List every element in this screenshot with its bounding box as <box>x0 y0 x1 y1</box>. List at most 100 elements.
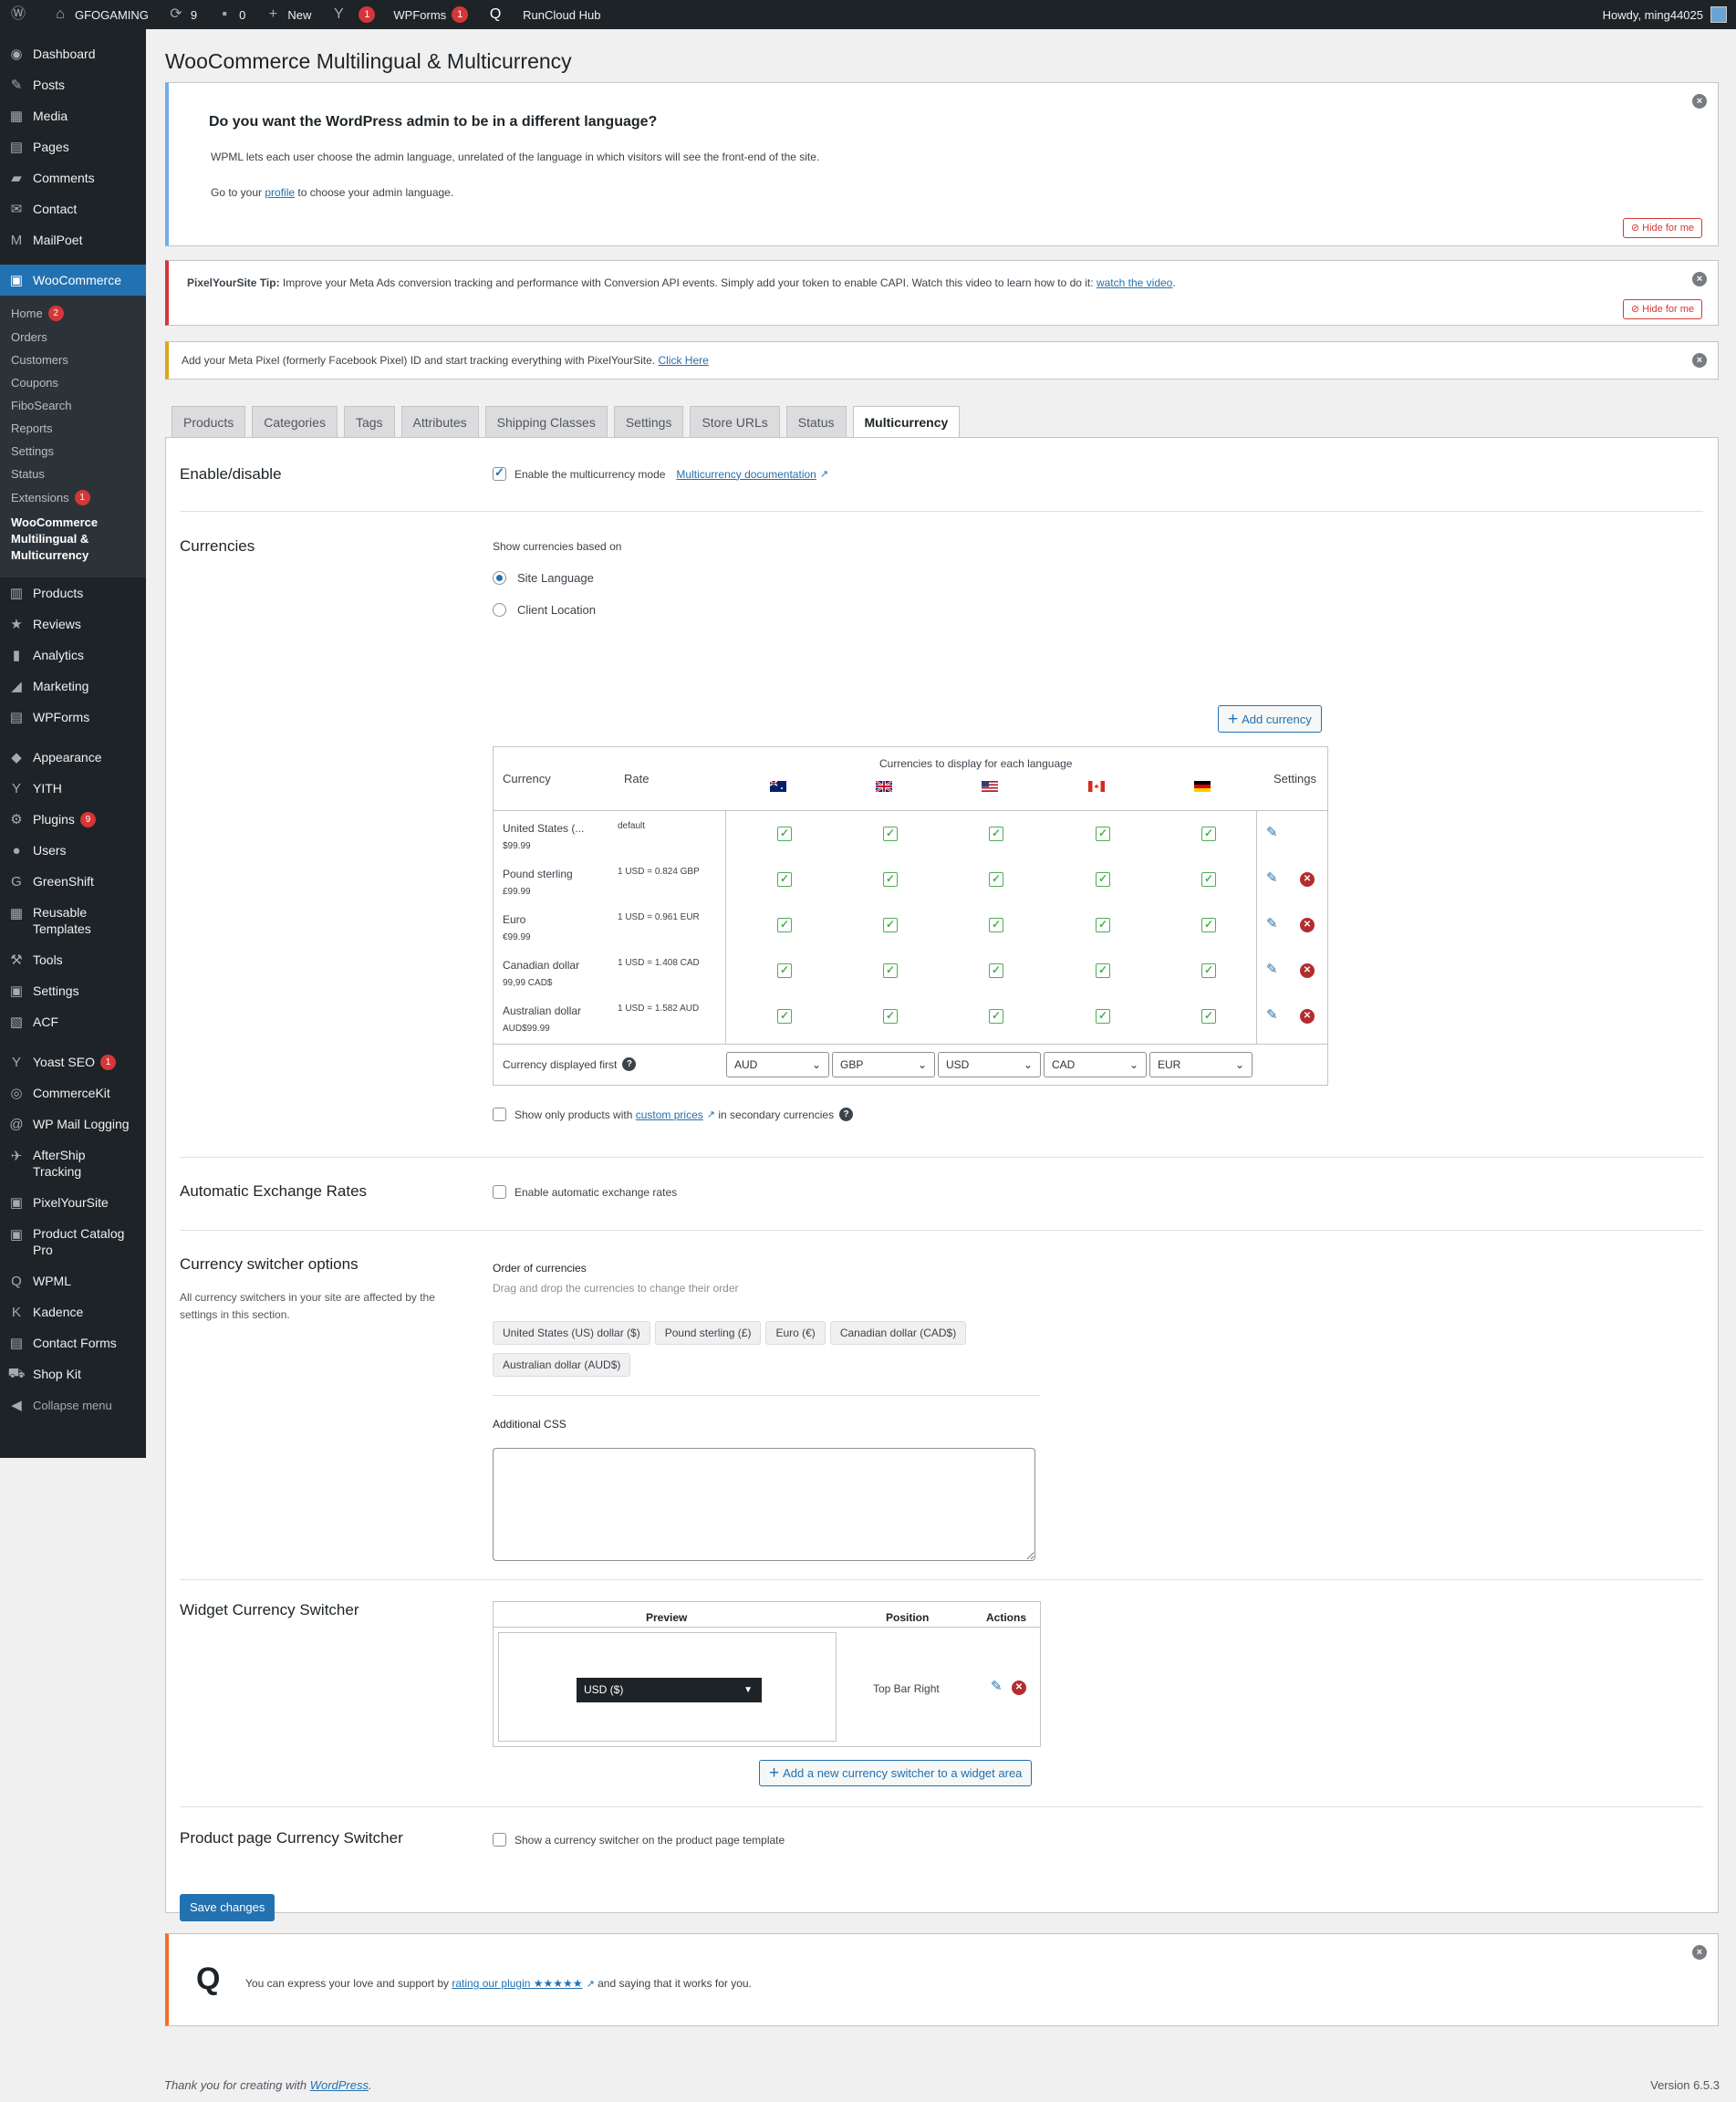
sidebar-item-media[interactable]: ▦ Media <box>0 100 146 131</box>
delete-currency-icon[interactable]: ✕ <box>1300 963 1315 978</box>
currency-first-select[interactable]: GBP ⌄ <box>832 1052 935 1077</box>
language-display-check-icon[interactable]: ✓ <box>1201 918 1216 932</box>
language-display-check-icon[interactable]: ✓ <box>1201 872 1216 887</box>
currency-first-select[interactable]: CAD ⌄ <box>1044 1052 1147 1077</box>
sidebar-item-pixelyoursite[interactable]: ▣ PixelYourSite <box>0 1187 146 1218</box>
sidebar-item-wpml[interactable]: Q WPML <box>0 1265 146 1296</box>
wordpress-logo[interactable]: Ⓦ <box>0 0 42 29</box>
site-language-radio[interactable] <box>493 571 506 585</box>
language-display-check-icon[interactable]: ✓ <box>777 963 792 978</box>
collapse-menu-button[interactable]: ◀ Collapse menu <box>0 1389 146 1420</box>
language-display-check-icon[interactable]: ✓ <box>989 827 1003 841</box>
add-currency-button[interactable]: + Add currency <box>1218 705 1322 733</box>
edit-switcher-icon[interactable]: ✎ <box>991 1678 1003 1694</box>
language-display-check-icon[interactable]: ✓ <box>883 1009 898 1024</box>
edit-currency-icon[interactable]: ✎ <box>1266 824 1278 840</box>
language-display-check-icon[interactable]: ✓ <box>777 872 792 887</box>
sidebar-subitem-orders[interactable]: Orders <box>0 326 146 349</box>
currency-order-chip[interactable]: Australian dollar (AUD$) <box>493 1353 631 1377</box>
language-display-check-icon[interactable]: ✓ <box>1096 827 1110 841</box>
sidebar-item-shop-kit[interactable]: ⛟ Shop Kit <box>0 1358 146 1389</box>
sidebar-subitem-extensions[interactable]: Extensions 1 <box>0 485 146 510</box>
sidebar-item-appearance[interactable]: ◆ Appearance <box>0 742 146 773</box>
sidebar-item-users[interactable]: ● Users <box>0 835 146 866</box>
language-display-check-icon[interactable]: ✓ <box>883 827 898 841</box>
sidebar-item-dashboard[interactable]: ◉ Dashboard <box>0 38 146 69</box>
add-widget-switcher-button[interactable]: + Add a new currency switcher to a widget… <box>759 1760 1033 1786</box>
edit-currency-icon[interactable]: ✎ <box>1266 961 1278 977</box>
sidebar-subitem-fibosearch[interactable]: FiboSearch <box>0 394 146 417</box>
sidebar-item-acf[interactable]: ▧ ACF <box>0 1006 146 1037</box>
sidebar-item-aftership-tracking[interactable]: ✈ AfterShip Tracking <box>0 1139 146 1187</box>
currency-first-select[interactable]: AUD ⌄ <box>726 1052 829 1077</box>
click-here-link[interactable]: Click Here <box>658 354 708 367</box>
sidebar-item-reusable-templates[interactable]: ▦ Reusable Templates <box>0 897 146 944</box>
delete-switcher-icon[interactable]: ✕ <box>1012 1681 1026 1695</box>
language-display-check-icon[interactable]: ✓ <box>777 918 792 932</box>
help-icon[interactable]: ? <box>622 1057 637 1071</box>
sidebar-subitem-reports[interactable]: Reports <box>0 417 146 440</box>
client-location-radio[interactable] <box>493 603 506 617</box>
client-location-option[interactable]: Client Location <box>493 603 596 617</box>
tab-shipping-classes[interactable]: Shipping Classes <box>484 406 608 438</box>
tab-settings[interactable]: Settings <box>613 406 684 438</box>
sidebar-item-greenshift[interactable]: G GreenShift <box>0 866 146 897</box>
language-display-check-icon[interactable]: ✓ <box>1096 963 1110 978</box>
tab-tags[interactable]: Tags <box>343 406 395 438</box>
currency-order-chip[interactable]: Canadian dollar (CAD$) <box>829 1321 967 1345</box>
tab-categories[interactable]: Categories <box>252 406 338 438</box>
language-display-check-icon[interactable]: ✓ <box>883 918 898 932</box>
custom-prices-checkbox[interactable] <box>493 1108 506 1121</box>
additional-css-textarea[interactable] <box>493 1448 1035 1561</box>
sidebar-item-plugins[interactable]: ⚙ Plugins 9 <box>0 804 146 835</box>
sidebar-subitem-status[interactable]: Status <box>0 463 146 485</box>
hide-language-notice-button[interactable]: ⊘ Hide for me <box>1622 218 1702 238</box>
sidebar-item-wp-mail-logging[interactable]: @ WP Mail Logging <box>0 1108 146 1139</box>
dismiss-language-notice-icon[interactable]: × <box>1692 94 1707 109</box>
sidebar-item-product-catalog-pro[interactable]: ▣ Product Catalog Pro <box>0 1218 146 1265</box>
preview-currency-select[interactable]: USD ($) ▼ <box>577 1678 762 1702</box>
currency-first-select[interactable]: EUR ⌄ <box>1149 1052 1253 1077</box>
delete-currency-icon[interactable]: ✕ <box>1300 1009 1315 1024</box>
currency-first-select[interactable]: USD ⌄ <box>938 1052 1041 1077</box>
my-account-link[interactable]: Howdy, ming44025 <box>1594 0 1736 29</box>
language-display-check-icon[interactable]: ✓ <box>989 1009 1003 1024</box>
watch-video-link[interactable]: watch the video <box>1097 276 1172 289</box>
sidebar-item-analytics[interactable]: ▮ Analytics <box>0 640 146 671</box>
sidebar-item-wcml[interactable]: WooCommerce Multilingual & Multicurrency <box>0 510 146 568</box>
sidebar-item-pages[interactable]: ▤ Pages <box>0 131 146 162</box>
edit-currency-icon[interactable]: ✎ <box>1266 1006 1278 1023</box>
updates-link[interactable]: ⟳ 9 <box>158 0 206 29</box>
language-display-check-icon[interactable]: ✓ <box>1096 1009 1110 1024</box>
dismiss-rating-notice-icon[interactable]: × <box>1692 1945 1707 1960</box>
currency-order-chip[interactable]: Pound sterling (£) <box>654 1321 762 1345</box>
sidebar-subitem-coupons[interactable]: Coupons <box>0 371 146 394</box>
enable-multicurrency-checkbox[interactable] <box>493 465 506 481</box>
wordpress-link[interactable]: WordPress <box>310 2078 369 2092</box>
language-display-check-icon[interactable]: ✓ <box>883 872 898 887</box>
yoast-link[interactable]: Y1 <box>320 0 384 29</box>
sidebar-subitem-settings[interactable]: Settings <box>0 440 146 463</box>
sidebar-item-settings[interactable]: ▣ Settings <box>0 975 146 1006</box>
runcloud-link[interactable]: Q RunCloud Hub <box>477 0 609 29</box>
sidebar-subitem-customers[interactable]: Customers <box>0 349 146 371</box>
multicurrency-doc-link[interactable]: Multicurrency documentation <box>676 468 816 481</box>
currency-order-chip[interactable]: Euro (€) <box>765 1321 826 1345</box>
tab-products[interactable]: Products <box>172 406 246 438</box>
custom-prices-link[interactable]: custom prices <box>636 1108 703 1121</box>
sidebar-item-comments[interactable]: ▰ Comments <box>0 162 146 193</box>
sidebar-item-contact-forms[interactable]: ▤ Contact Forms <box>0 1327 146 1358</box>
language-display-check-icon[interactable]: ✓ <box>1096 918 1110 932</box>
sidebar-item-wpforms[interactable]: ▤ WPForms <box>0 702 146 733</box>
profile-link[interactable]: profile <box>265 186 295 199</box>
site-name-link[interactable]: ⌂ GFOGAMING <box>42 0 158 29</box>
edit-currency-icon[interactable]: ✎ <box>1266 915 1278 931</box>
sidebar-item-mailpoet[interactable]: M MailPoet <box>0 224 146 255</box>
sidebar-item-products[interactable]: ▥ Products <box>0 578 146 609</box>
language-display-check-icon[interactable]: ✓ <box>989 872 1003 887</box>
sidebar-item-yoast-seo[interactable]: Y Yoast SEO 1 <box>0 1046 146 1077</box>
language-display-check-icon[interactable]: ✓ <box>1201 827 1216 841</box>
tab-status[interactable]: Status <box>785 406 847 438</box>
wpforms-link[interactable]: WPForms 1 <box>384 0 477 29</box>
hide-pys-tip-button[interactable]: ⊘ Hide for me <box>1622 299 1702 319</box>
